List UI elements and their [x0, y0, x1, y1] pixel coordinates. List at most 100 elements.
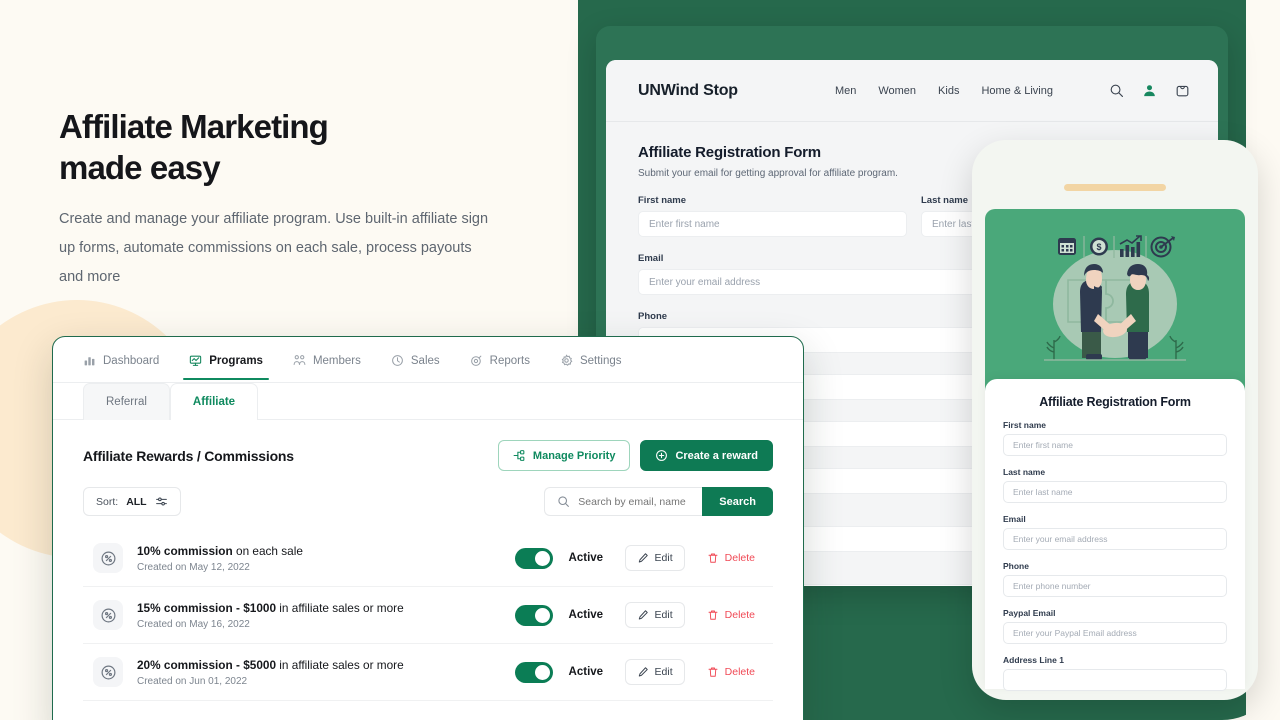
edit-button[interactable]: Edit — [624, 602, 685, 628]
hero-description: Create and manage your affiliate program… — [59, 211, 489, 285]
tab-affiliate[interactable]: Affiliate — [169, 383, 259, 420]
search-icon[interactable] — [1109, 83, 1124, 98]
manage-priority-button[interactable]: Manage Priority — [497, 440, 631, 471]
hero-title-line-1: Affiliate Marketing — [59, 108, 329, 145]
nav-item-programs[interactable]: Programs — [183, 354, 269, 380]
button-label: Delete — [724, 666, 755, 678]
table-row[interactable]: 15% commission - $1000 in affiliate sale… — [83, 587, 773, 644]
nav-item-members[interactable]: Members — [293, 354, 361, 379]
shop-topbar: UNWind Stop Men Women Kids Home & Living — [606, 60, 1218, 122]
phone-field-address-line-1: Address Line 1 — [1003, 655, 1227, 691]
reward-actions: Active Edit Delete — [514, 602, 761, 628]
tab-referral[interactable]: Referral — [83, 383, 170, 420]
reward-status-toggle[interactable] — [514, 604, 553, 626]
screenshot-stage: UNWind Stop Men Women Kids Home & Living — [0, 0, 1280, 720]
nav-item-dashboard[interactable]: Dashboard — [83, 354, 159, 379]
phone-notch — [1064, 184, 1166, 191]
trash-icon — [707, 609, 719, 621]
button-label: Manage Priority — [532, 449, 616, 462]
edit-pencil-icon — [637, 609, 649, 621]
nav-item-settings[interactable]: Settings — [560, 354, 622, 379]
hero-title-line-2: made easy — [59, 149, 221, 186]
svg-text:$: $ — [1096, 242, 1101, 252]
shop-nav-item-home-living[interactable]: Home & Living — [981, 85, 1053, 97]
reward-status-toggle[interactable] — [514, 661, 553, 683]
phone-field-paypal-email: Paypal Email Enter your Paypal Email add… — [1003, 608, 1227, 644]
percent-badge-icon — [93, 600, 123, 630]
hero-section: Affiliate Marketing made easy Create and… — [59, 106, 489, 292]
field-label: Last name — [1003, 467, 1046, 477]
field-label: Phone — [1003, 561, 1029, 571]
percent-badge-icon — [93, 543, 123, 573]
plus-circle-icon — [655, 449, 668, 462]
shop-nav-item-women[interactable]: Women — [878, 85, 916, 97]
search-field-wrapper[interactable] — [544, 487, 703, 516]
delete-button[interactable]: Delete — [701, 660, 761, 684]
bag-icon[interactable] — [1175, 83, 1190, 98]
first-name-input[interactable]: Enter first name — [638, 211, 907, 237]
reward-actions: Active Edit Delete — [514, 545, 761, 571]
shop-icon-group — [1109, 83, 1190, 98]
phone-email-input[interactable]: Enter your email address — [1003, 528, 1227, 550]
dashboard-nav: Dashboard Programs Members Sales Reports… — [53, 337, 803, 383]
phone-last-name-input[interactable]: Enter last name — [1003, 481, 1227, 503]
delete-button[interactable]: Delete — [701, 546, 761, 570]
reward-title-rest: in affiliate sales or more — [276, 657, 404, 672]
priority-icon — [513, 449, 526, 462]
dashboard-filters: Sort: ALL Search — [83, 487, 773, 516]
edit-pencil-icon — [637, 666, 649, 678]
field-label: First name — [638, 195, 687, 206]
nav-item-label: Sales — [410, 354, 440, 367]
nav-item-label: Members — [312, 354, 361, 367]
monitor-icon — [189, 354, 202, 367]
reward-created-date: Created on May 12, 2022 — [137, 561, 250, 573]
edit-button[interactable]: Edit — [624, 545, 685, 571]
dashboard-body: Affiliate Rewards / Commissions Manage P… — [53, 420, 803, 701]
phone-address-line-1-input[interactable] — [1003, 669, 1227, 691]
button-label: Edit — [654, 666, 673, 678]
phone-phone-input[interactable]: Enter phone number — [1003, 575, 1227, 597]
phone-field-last-name: Last name Enter last name — [1003, 467, 1227, 503]
button-label: Edit — [654, 552, 673, 564]
user-icon[interactable] — [1142, 83, 1157, 98]
field-label: Email — [1003, 514, 1026, 524]
phone-field-first-name: First name Enter first name — [1003, 420, 1227, 456]
phone-affiliate-form: Affiliate Registration Form First name E… — [985, 379, 1245, 691]
table-row[interactable]: 20% commission - $5000 in affiliate sale… — [83, 644, 773, 701]
field-label: First name — [1003, 420, 1046, 430]
status-badge: Active — [568, 666, 604, 678]
reward-text: 15% commission - $1000 in affiliate sale… — [137, 601, 404, 630]
nav-item-label: Settings — [579, 354, 622, 367]
dashboard-tabs: Referral Affiliate — [53, 383, 803, 420]
search-group: Search — [544, 487, 773, 516]
search-input[interactable] — [578, 495, 691, 508]
phone-form-title: Affiliate Registration Form — [1039, 395, 1191, 409]
target-icon — [470, 354, 483, 367]
sort-dropdown[interactable]: Sort: ALL — [83, 487, 181, 516]
shop-nav-item-kids[interactable]: Kids — [938, 85, 959, 97]
edit-pencil-icon — [637, 552, 649, 564]
edit-button[interactable]: Edit — [624, 659, 685, 685]
table-row[interactable]: 10% commission on each sale Created on M… — [83, 530, 773, 587]
phone-field-email: Email Enter your email address — [1003, 514, 1227, 550]
trash-icon — [707, 552, 719, 564]
filter-sliders-icon — [155, 495, 168, 508]
nav-item-label: Dashboard — [103, 354, 160, 367]
reward-status-toggle[interactable] — [514, 547, 553, 569]
create-reward-button[interactable]: Create a reward — [640, 440, 773, 471]
delete-button[interactable]: Delete — [701, 603, 761, 627]
nav-item-sales[interactable]: Sales — [391, 354, 440, 379]
sort-value: ALL — [126, 495, 147, 508]
clock-icon — [391, 354, 404, 367]
shop-logo[interactable]: UNWind Stop — [638, 82, 738, 100]
phone-paypal-email-input[interactable]: Enter your Paypal Email address — [1003, 622, 1227, 644]
field-label: Address Line 1 — [1003, 655, 1064, 665]
search-button[interactable]: Search — [702, 487, 773, 516]
nav-item-reports[interactable]: Reports — [470, 354, 530, 379]
shop-nav-item-men[interactable]: Men — [835, 85, 856, 97]
reward-title: 20% commission - $5000 in affiliate sale… — [137, 658, 404, 672]
reward-created-date: Created on May 16, 2022 — [137, 618, 250, 630]
phone-first-name-input[interactable]: Enter first name — [1003, 434, 1227, 456]
reward-text: 10% commission on each sale Created on M… — [137, 544, 303, 573]
reward-title-bold: 15% commission - $1000 — [137, 600, 277, 615]
